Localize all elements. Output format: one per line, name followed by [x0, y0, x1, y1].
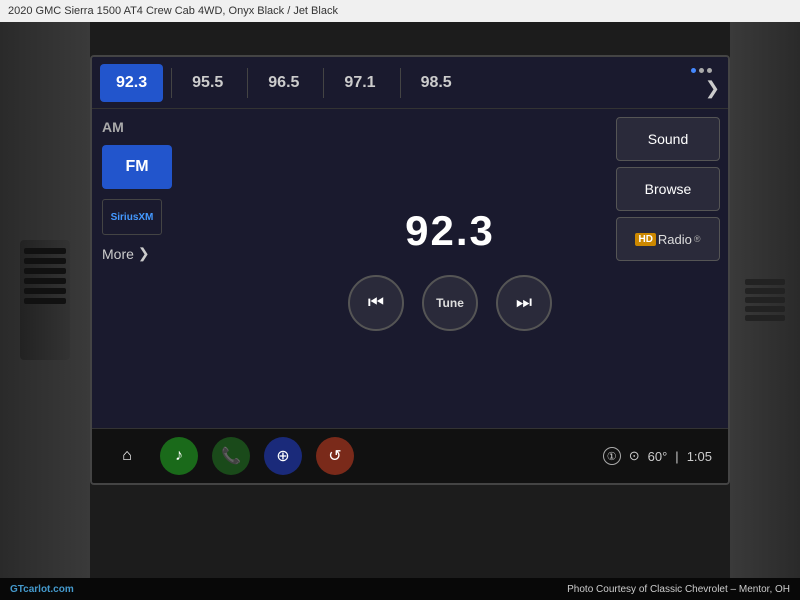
preset-divider — [171, 68, 172, 98]
sirius-logo: SiriusXM — [102, 199, 162, 235]
preset-divider — [323, 68, 324, 98]
separator: | — [675, 449, 678, 464]
photo-credit: Photo Courtesy of Classic Chevrolet – Me… — [567, 584, 790, 595]
gtcarlot-logo: GTcarlot.com — [10, 584, 74, 595]
time-display: 1:05 — [687, 449, 712, 464]
status-bar: ⌂ ♪ 📞 ⊕ ↺ ① ⊙ 60° | 1:05 — [92, 428, 728, 483]
vent-slot — [24, 288, 66, 294]
forward-button[interactable]: ⏭ — [496, 275, 552, 331]
fm-button[interactable]: FM — [102, 145, 172, 189]
phone-icon: 📞 — [221, 446, 241, 466]
tune-button[interactable]: Tune — [422, 275, 478, 331]
bottom-bar: GTcarlot.com Photo Courtesy of Classic C… — [0, 578, 800, 600]
right-panel: Sound Browse HD Radio ® — [608, 109, 728, 428]
infotainment-screen: 92.3 95.5 96.5 97.1 98.5 ❯ AM — [90, 55, 730, 485]
settings-button[interactable]: ↺ — [316, 437, 354, 475]
preset-button-4[interactable]: 98.5 — [405, 64, 468, 102]
frequency-display: 92.3 — [405, 207, 495, 255]
home-icon: ⌂ — [122, 447, 132, 465]
car-color-trim: Onyx Black / Jet Black — [229, 5, 338, 17]
preset-button-1[interactable]: 95.5 — [176, 64, 239, 102]
home-button[interactable]: ⌂ — [108, 437, 146, 475]
car-title: 2020 GMC Sierra 1500 AT4 Crew Cab 4WD, — [8, 5, 225, 17]
hd-badge: HD — [635, 233, 655, 246]
main-content: AM FM SiriusXM More ❯ 92.3 ⏮ — [92, 109, 728, 428]
browse-button[interactable]: Browse — [616, 167, 720, 211]
radio-label: Radio — [658, 232, 692, 247]
car-left-panel — [0, 22, 90, 578]
preset-button-2[interactable]: 96.5 — [252, 64, 315, 102]
left-panel: AM FM SiriusXM More ❯ — [92, 109, 292, 428]
sound-button[interactable]: Sound — [616, 117, 720, 161]
vent-slot — [24, 248, 66, 254]
vent-slot — [24, 258, 66, 264]
am-label: AM — [102, 119, 282, 135]
dot-3 — [707, 68, 712, 73]
vent-slot — [24, 278, 66, 284]
navigation-icon: ⊕ — [276, 446, 289, 466]
more-chevron-icon: ❯ — [138, 245, 150, 262]
playback-controls: ⏮ Tune ⏭ — [348, 275, 552, 331]
forward-icon: ⏭ — [516, 292, 532, 313]
music-button[interactable]: ♪ — [160, 437, 198, 475]
preset-divider — [400, 68, 401, 98]
photo-frame: 2020 GMC Sierra 1500 AT4 Crew Cab 4WD, O… — [0, 0, 800, 600]
phone-button[interactable]: 📞 — [212, 437, 250, 475]
status-right: ① ⊙ 60° | 1:05 — [603, 447, 712, 465]
preset-bar: 92.3 95.5 96.5 97.1 98.5 ❯ — [92, 57, 728, 109]
more-button[interactable]: More ❯ — [102, 245, 282, 262]
vent-slot — [24, 268, 66, 274]
temperature: 60° — [648, 449, 668, 464]
preset-divider — [247, 68, 248, 98]
navigation-button[interactable]: ⊕ — [264, 437, 302, 475]
settings-icon: ↺ — [328, 446, 341, 466]
preset-button-0[interactable]: 92.3 — [100, 64, 163, 102]
vent-left — [20, 240, 70, 360]
location-icon: ⊙ — [629, 448, 640, 464]
dot-1 — [691, 68, 696, 73]
more-label: More — [102, 246, 134, 262]
center-panel: 92.3 ⏮ Tune ⏭ — [292, 109, 608, 428]
preset-button-3[interactable]: 97.1 — [328, 64, 391, 102]
top-info-bar: 2020 GMC Sierra 1500 AT4 Crew Cab 4WD, O… — [0, 0, 800, 22]
dots-row — [691, 68, 712, 73]
info-icon: ① — [603, 447, 621, 465]
car-right-panel — [730, 22, 800, 578]
dot-2 — [699, 68, 704, 73]
rewind-button[interactable]: ⏮ — [348, 275, 404, 331]
hd-radio-button[interactable]: HD Radio ® — [616, 217, 720, 261]
registered-mark: ® — [694, 234, 701, 244]
rewind-icon: ⏮ — [368, 292, 384, 313]
sirius-button[interactable]: SiriusXM — [102, 199, 282, 235]
music-icon: ♪ — [175, 447, 183, 465]
vent-slot — [24, 298, 66, 304]
